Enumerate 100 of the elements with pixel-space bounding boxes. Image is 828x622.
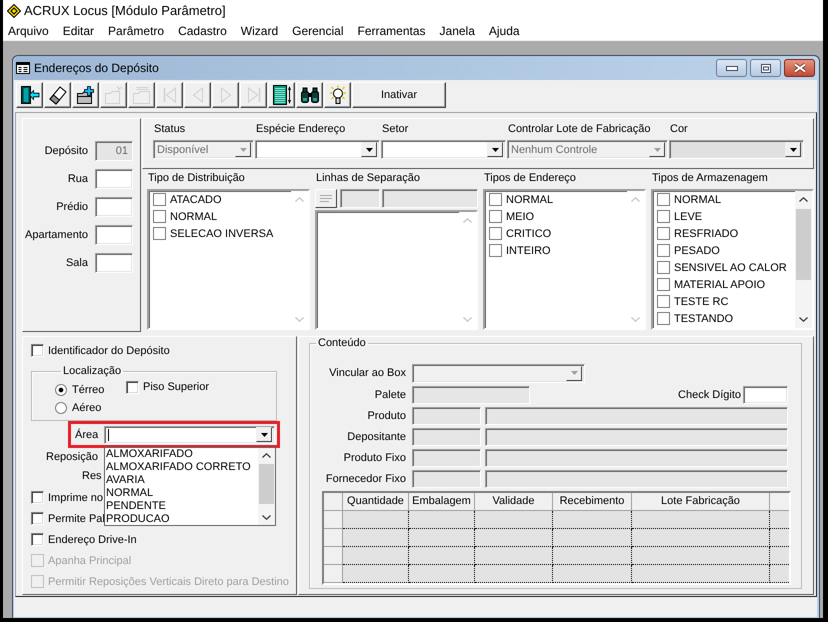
checkbox[interactable] xyxy=(489,244,502,257)
checkbox-label: Permitir Reposições Verticais Direto para Destino xyxy=(48,576,289,588)
dropdown-option[interactable]: AVARIA xyxy=(106,474,258,487)
checkbox[interactable] xyxy=(657,312,670,325)
checkbox[interactable] xyxy=(31,344,44,357)
scrollbar[interactable] xyxy=(258,448,275,525)
checkbox[interactable] xyxy=(657,261,670,274)
checkbox[interactable] xyxy=(31,512,44,525)
checkbox[interactable] xyxy=(657,210,670,223)
menu-item[interactable]: Wizard xyxy=(240,24,278,38)
scroll-up-icon[interactable] xyxy=(799,197,808,202)
checkbox[interactable] xyxy=(657,227,670,240)
checkbox[interactable] xyxy=(153,227,166,240)
checkbox[interactable] xyxy=(31,533,44,546)
checkbox[interactable] xyxy=(153,210,166,223)
scrollbar-thumb[interactable] xyxy=(796,209,811,280)
checkbox-label: Endereço Drive-In xyxy=(48,534,137,546)
checkbox[interactable] xyxy=(657,278,670,291)
text-field[interactable] xyxy=(382,189,478,208)
toolbar-button[interactable] xyxy=(324,82,351,108)
light-bulb-icon xyxy=(328,85,348,105)
field-label: Sala xyxy=(64,257,88,269)
toolbar-button[interactable] xyxy=(44,82,71,108)
checkbox[interactable] xyxy=(489,193,502,206)
dropdown-field[interactable] xyxy=(104,426,275,444)
list-title: Tipo de Distribuição xyxy=(147,171,246,186)
dropdown-option[interactable]: ALMOXARIFADO CORRETO xyxy=(106,461,258,474)
text-field[interactable] xyxy=(95,253,133,273)
text-field[interactable] xyxy=(95,225,133,245)
text-field[interactable] xyxy=(95,169,133,189)
toolbar-button[interactable] xyxy=(315,189,337,208)
dropdown-option[interactable]: PENDENTE xyxy=(106,500,258,513)
list-box[interactable]: NORMAL LEVE RESFRIADO PESADO SENSIVEL AO CALOR MATERIAL APOIO TESTE RC TESTANDO xyxy=(651,189,814,330)
caret-icon xyxy=(790,148,796,152)
text-field[interactable] xyxy=(95,197,133,217)
text-field[interactable] xyxy=(340,189,380,208)
dropdown-option[interactable]: ALMOXARIFADO xyxy=(106,448,258,461)
toolbar-button[interactable] xyxy=(16,82,43,108)
eraser-icon xyxy=(48,85,68,105)
scrollbar[interactable] xyxy=(795,191,812,328)
list-box[interactable]: ATACADO NORMAL SELECAO INVERSA xyxy=(147,189,310,330)
checkbox[interactable] xyxy=(657,244,670,257)
checkbox[interactable] xyxy=(489,227,502,240)
toolbar-button[interactable] xyxy=(268,82,295,108)
field-label: Check Dígito xyxy=(678,388,741,400)
caret-icon xyxy=(260,432,268,436)
menu-item[interactable]: Editar xyxy=(62,24,94,38)
scroll-down-icon[interactable] xyxy=(262,515,271,520)
dropdown-field[interactable] xyxy=(255,140,380,159)
close-button[interactable] xyxy=(784,59,815,77)
minimize-button[interactable] xyxy=(716,59,747,77)
field-label: Rua xyxy=(66,173,88,185)
checkbox-label: NORMAL xyxy=(170,210,218,222)
checkbox[interactable] xyxy=(153,193,166,206)
menu-item[interactable]: Gerencial xyxy=(292,24,344,38)
field-label: Prédio xyxy=(55,201,88,213)
column-header: Recebimento xyxy=(553,493,632,511)
scroll-up-icon[interactable] xyxy=(262,453,271,458)
field-label: Apartamento xyxy=(24,229,88,241)
checkbox-label: TESTE RC xyxy=(674,296,728,308)
checkbox-label: SENSIVEL AO CALOR xyxy=(674,262,787,274)
menu-item[interactable]: Cadastro xyxy=(178,24,227,38)
menu-item[interactable]: Parâmetro xyxy=(108,24,164,38)
column-header xyxy=(770,493,789,511)
field-label: Cor xyxy=(669,122,689,137)
checkbox-label: Identificador do Depósito xyxy=(48,344,170,356)
menu-item[interactable]: Janela xyxy=(440,24,475,38)
toolbar-button[interactable] xyxy=(296,82,323,108)
toolbar-button[interactable] xyxy=(72,82,99,108)
dropdown-field[interactable] xyxy=(669,140,804,159)
field-label: Palete xyxy=(374,388,406,400)
text-field[interactable] xyxy=(743,386,788,404)
folder-outline-icon xyxy=(104,85,124,105)
radio-label: Térreo xyxy=(72,384,104,396)
restore-button[interactable] xyxy=(750,59,781,77)
checkbox[interactable] xyxy=(31,491,44,504)
list-box[interactable]: NORMAL MEIO CRITICO INTEIRO xyxy=(483,189,646,330)
radio-button[interactable] xyxy=(55,402,67,414)
checkbox[interactable] xyxy=(657,193,670,206)
checkbox[interactable] xyxy=(657,295,670,308)
caret-icon xyxy=(240,148,246,152)
checkbox-label: RESFRIADO xyxy=(674,228,738,240)
menu-item[interactable]: Arquivo xyxy=(8,24,49,38)
field-label: Controlar Lote de Fabricação xyxy=(507,122,652,137)
dropdown-option[interactable]: NORMAL xyxy=(106,487,258,500)
checkbox-label: MEIO xyxy=(506,210,534,222)
column-header: Lote Fabricação xyxy=(632,493,770,511)
checkbox-label: CRITICO xyxy=(506,228,552,240)
radio-button[interactable] xyxy=(55,384,67,396)
group-title: Localização xyxy=(62,365,122,378)
dropdown-option[interactable]: PRODUCAO xyxy=(106,513,258,526)
inactivate-button[interactable]: Inativar xyxy=(352,82,446,108)
checkbox[interactable] xyxy=(126,380,139,394)
menu-item[interactable]: Ferramentas xyxy=(357,24,426,38)
checkbox[interactable] xyxy=(489,210,502,223)
menu-item[interactable]: Ajuda xyxy=(488,24,520,38)
dropdown-field[interactable] xyxy=(381,140,506,159)
scrollbar-thumb[interactable] xyxy=(259,464,274,504)
scroll-down-icon[interactable] xyxy=(799,317,808,322)
list-title: Tipos de Endereço xyxy=(483,171,577,186)
